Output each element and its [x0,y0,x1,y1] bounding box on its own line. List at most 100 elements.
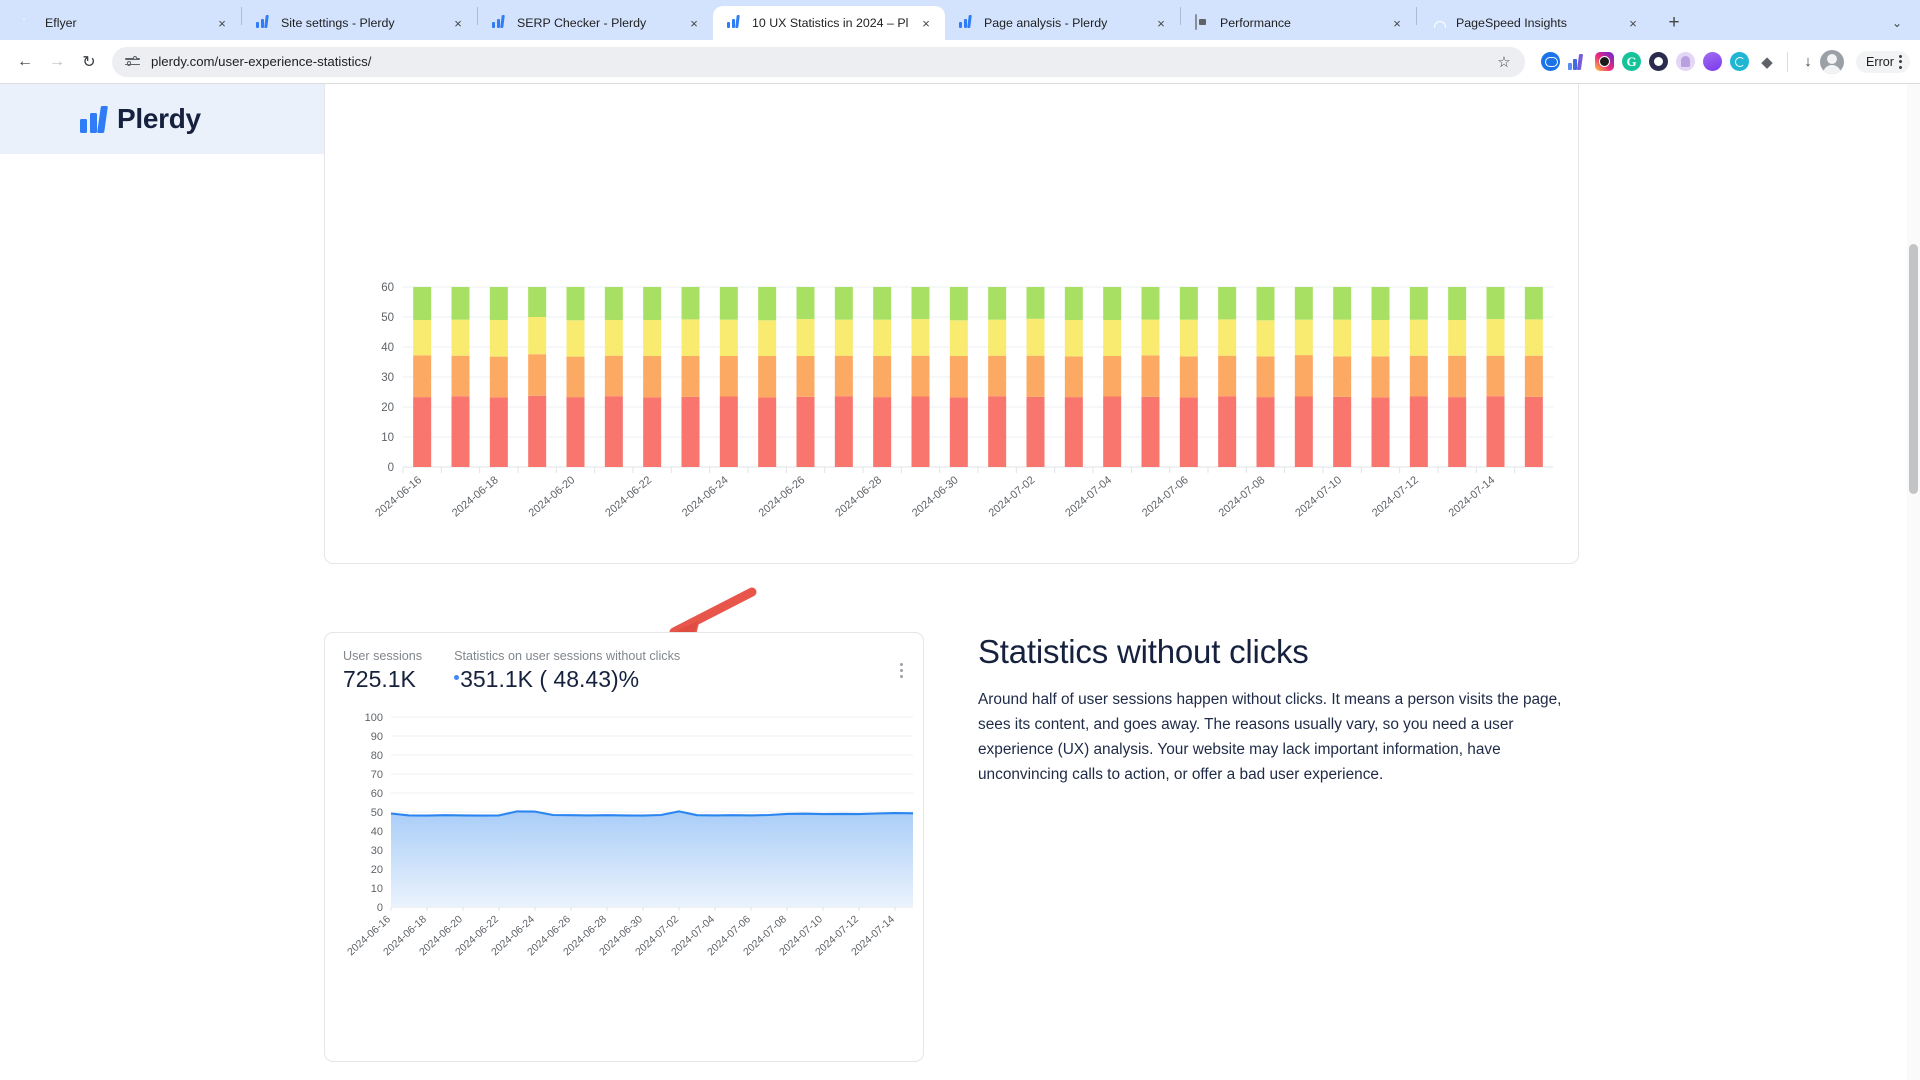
bar-segment [796,287,815,320]
bar-segment [1256,287,1275,321]
bar-segment [988,287,1007,320]
tab-eflyer[interactable]: Eflyer × [6,6,241,40]
bar-segment [1103,287,1122,320]
bar-segment [1179,356,1198,398]
page-scrollbar-track[interactable] [1907,84,1920,1080]
tab-strip-actions: ⌄ [1884,12,1920,40]
bar-segment [1409,319,1428,356]
bar-segment [834,287,853,320]
bar-segment [1524,355,1543,397]
bar-segment [1524,319,1543,356]
bar-segment [1371,320,1390,357]
bar-segment [604,396,623,467]
tab-close-button[interactable]: × [685,14,703,32]
star-icon[interactable]: ☆ [1491,49,1517,75]
bar-segment [911,319,930,356]
x-axis-tick: 2024-07-02 [987,474,1038,519]
y-axis-tick: 30 [381,372,394,384]
tab-close-button[interactable]: × [1152,14,1170,32]
kebab-menu-icon[interactable] [1899,54,1902,69]
card-menu-button[interactable] [900,649,905,678]
bar-segment [1294,355,1313,397]
bar-segment [1409,396,1428,467]
section-body: Around half of user sessions happen with… [978,691,1562,784]
tab-close-button[interactable]: × [213,14,231,32]
bar-segment [1294,319,1313,356]
y-axis-tick: 90 [371,731,383,743]
bar-segment [1486,396,1505,467]
y-axis-tick: 80 [371,750,383,762]
series-dot-icon [454,675,460,681]
browser-window: Eflyer × Site settings - Plerdy × SERP C… [0,0,1920,1080]
tab-title: 10 UX Statistics in 2024 – Ple [752,16,908,30]
bar-segment [451,355,470,397]
reload-button[interactable]: ↻ [74,47,104,77]
tab-close-button[interactable]: × [449,14,467,32]
dark-extension-icon[interactable] [1649,52,1668,71]
instagram-extension-icon[interactable] [1595,52,1614,71]
tab-close-button[interactable]: × [1624,14,1642,32]
bar-segment [1486,287,1505,320]
tab-pagespeed-insights[interactable]: PageSpeed Insights × [1417,6,1652,40]
clip-extension-icon[interactable] [1541,52,1560,71]
bar-segment [1409,287,1428,320]
ghost-extension-icon[interactable] [1676,52,1695,71]
bar-segment [1064,320,1083,357]
bar-segment [643,320,662,356]
page-scrollbar-thumb[interactable] [1909,244,1918,494]
tab-site-settings[interactable]: Site settings - Plerdy × [242,6,477,40]
bar-segment [451,287,470,320]
download-icon[interactable]: ↓ [1798,52,1818,72]
bar-segment [1486,319,1505,356]
bar-segment [949,287,968,321]
avatar-icon[interactable] [1820,49,1844,74]
plerdy-logo[interactable]: Plerdy [80,103,201,135]
bar-segment [1524,287,1543,320]
bar-segment [873,397,892,467]
bar-segment [1371,397,1390,467]
bar-segment [1448,355,1467,398]
tab-close-button[interactable]: × [1388,14,1406,32]
bar-segment [566,320,585,357]
puzzle-extensions-icon[interactable]: ◆ [1757,52,1777,72]
new-tab-button[interactable]: + [1660,9,1688,37]
bar-segment [1371,356,1390,398]
bar-segment [758,397,777,467]
tab-title: Site settings - Plerdy [281,16,395,30]
grammarly-extension-icon[interactable]: G [1622,52,1641,71]
tune-icon[interactable] [124,54,141,69]
plerdy-extension-icon[interactable] [1568,53,1587,70]
bar-segment [949,356,968,398]
y-axis-tick: 60 [371,788,383,800]
back-button[interactable]: ← [10,47,40,77]
bar-segment [1333,396,1352,467]
tab-performance[interactable]: Performance × [1181,6,1416,40]
bar-segment [681,319,700,356]
bar-segment [528,287,547,317]
bar-segment [1448,320,1467,356]
bar-segment [1333,287,1352,320]
bar-segment [604,287,623,320]
x-axis-tick: 2024-06-30 [910,474,961,519]
status-badge[interactable]: Error [1856,50,1910,73]
bar-segment [1064,397,1083,467]
bar-segment [528,317,547,355]
bar-segment [1448,287,1467,320]
y-axis-tick: 50 [381,312,394,324]
forward-button[interactable]: → [42,47,72,77]
bar-segment [796,356,815,397]
section-heading: Statistics without clicks [978,633,1309,670]
tab-close-button[interactable]: × [917,14,935,32]
chevron-down-icon[interactable]: ⌄ [1884,12,1910,34]
metric-user-sessions: User sessions 725.1K [343,649,422,693]
teal-extension-icon[interactable] [1730,52,1749,71]
sessions-without-clicks-card: User sessions 725.1K Statistics on user … [324,632,924,1062]
tab-page-analysis[interactable]: Page analysis - Plerdy × [945,6,1180,40]
address-bar[interactable]: plerdy.com/user-experience-statistics/ ☆ [112,46,1525,77]
violet-extension-icon[interactable] [1703,52,1722,71]
bar-segment [643,397,662,467]
x-axis-tick: 2024-07-04 [1063,474,1114,519]
tab-ux-statistics[interactable]: 10 UX Statistics in 2024 – Ple × [713,6,945,40]
bar-segment [834,319,853,356]
tab-serp-checker[interactable]: SERP Checker - Plerdy × [478,6,713,40]
